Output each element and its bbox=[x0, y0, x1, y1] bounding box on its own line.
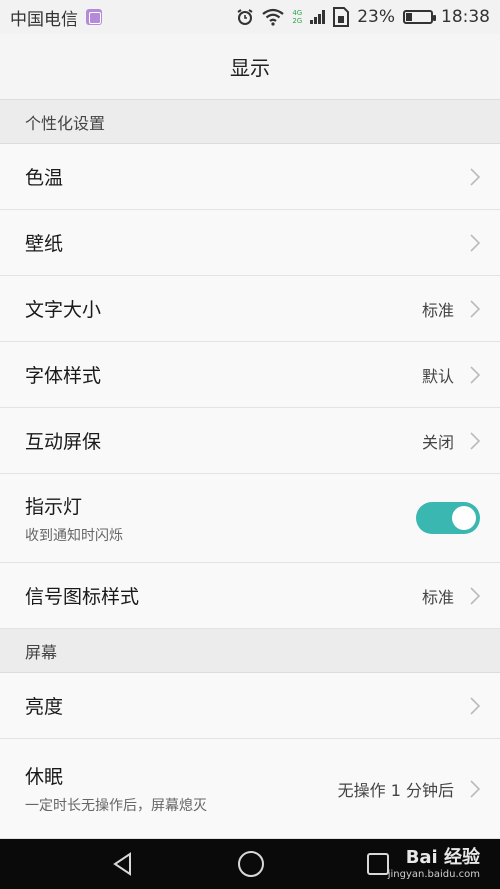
row-label: 指示灯 bbox=[25, 495, 83, 518]
row-label: 休眠 bbox=[25, 766, 64, 788]
row-value: 默认 bbox=[421, 366, 454, 386]
battery-icon bbox=[403, 10, 436, 24]
row-value: 标准 bbox=[421, 587, 454, 607]
settings-row-signal-icon-style[interactable]: 信号图标样式 标准 bbox=[0, 563, 500, 629]
row-label: 壁纸 bbox=[25, 233, 64, 255]
net-4g: 4G bbox=[292, 9, 303, 17]
chevron-right-icon bbox=[470, 233, 481, 252]
title-bar: 显示 bbox=[0, 34, 500, 100]
settings-row-font-style[interactable]: 字体样式 默认 bbox=[0, 342, 500, 408]
recent-apps-icon[interactable] bbox=[366, 852, 390, 876]
row-sublabel: 一定时长无操作后，屏幕熄灭 bbox=[25, 798, 207, 814]
signal-bars-icon bbox=[310, 10, 326, 24]
section-header-screen: 屏幕 bbox=[0, 629, 500, 673]
net-2g: 2G bbox=[292, 17, 303, 25]
chevron-right-icon bbox=[470, 586, 481, 605]
network-type: 4G 2G bbox=[292, 9, 302, 25]
settings-row-brightness[interactable]: 亮度 bbox=[0, 673, 500, 739]
chevron-right-icon bbox=[470, 299, 481, 318]
row-value: 无操作 1 分钟后 bbox=[337, 780, 454, 800]
alarm-icon bbox=[237, 9, 253, 25]
row-label: 文字大小 bbox=[25, 299, 102, 321]
battery-percent: 23% bbox=[357, 7, 395, 27]
section-title: 个性化设置 bbox=[25, 113, 106, 133]
settings-row-screensaver[interactable]: 互动屏保 关闭 bbox=[0, 408, 500, 474]
row-label: 字体样式 bbox=[25, 365, 102, 387]
watermark-brand: Bai 经验 bbox=[405, 847, 480, 868]
section-title: 屏幕 bbox=[25, 642, 58, 662]
indicator-toggle[interactable] bbox=[416, 502, 480, 534]
row-label: 互动屏保 bbox=[25, 431, 102, 453]
watermark: Bai 经验 jingyan.baidu.com bbox=[388, 843, 480, 880]
status-bar: 中国电信 4G 2G 23% 18:38 bbox=[0, 0, 500, 34]
settings-row-indicator: 指示灯 收到通知时闪烁 bbox=[0, 474, 500, 563]
chevron-right-icon bbox=[470, 696, 481, 715]
section-header-personalization: 个性化设置 bbox=[0, 100, 500, 144]
toggle-knob bbox=[452, 506, 476, 530]
row-label: 信号图标样式 bbox=[25, 586, 140, 608]
chevron-right-icon bbox=[470, 779, 481, 798]
home-icon[interactable] bbox=[237, 850, 265, 878]
sim-icon bbox=[333, 7, 350, 27]
row-label: 亮度 bbox=[25, 696, 64, 718]
row-value: 关闭 bbox=[421, 432, 454, 452]
carrier-name: 中国电信 bbox=[10, 9, 78, 30]
row-sublabel: 收到通知时闪烁 bbox=[25, 527, 123, 544]
page-title: 显示 bbox=[230, 56, 270, 80]
status-time: 18:38 bbox=[441, 7, 490, 27]
chevron-right-icon bbox=[470, 431, 481, 450]
back-icon[interactable] bbox=[110, 851, 136, 877]
chevron-right-icon bbox=[470, 365, 481, 384]
battery-fill bbox=[406, 13, 412, 21]
wifi-icon bbox=[262, 8, 284, 26]
status-left: 中国电信 bbox=[10, 5, 102, 30]
settings-row-wallpaper[interactable]: 壁纸 bbox=[0, 210, 500, 276]
status-right: 4G 2G 23% 18:38 bbox=[236, 7, 490, 27]
row-value: 标准 bbox=[421, 300, 454, 320]
watermark-url: jingyan.baidu.com bbox=[387, 869, 480, 880]
chevron-right-icon bbox=[470, 167, 481, 186]
settings-row-color-temp[interactable]: 色温 bbox=[0, 144, 500, 210]
settings-row-font-size[interactable]: 文字大小 标准 bbox=[0, 276, 500, 342]
settings-row-sleep[interactable]: 休眠 一定时长无操作后，屏幕熄灭 无操作 1 分钟后 bbox=[0, 739, 500, 839]
notification-icon bbox=[86, 9, 102, 25]
row-label: 色温 bbox=[25, 167, 64, 189]
